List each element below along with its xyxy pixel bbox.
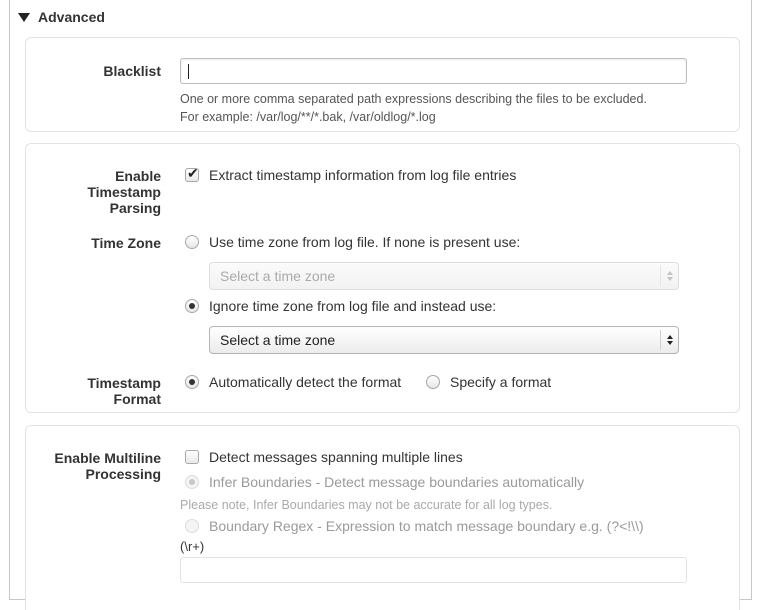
multiline-label-line1: Enable Multiline [54, 450, 161, 466]
blacklist-example-text: For example: /var/log/**/*.bak, /var/old… [180, 110, 436, 124]
format-specify-option[interactable]: Specify a format [426, 374, 551, 390]
timestamp-parsing-label-line1: Enable [115, 168, 161, 184]
timezone-log-file-select[interactable]: Select a time zone [209, 262, 679, 290]
infer-boundaries-option[interactable]: Infer Boundaries - Detect message bounda… [185, 474, 584, 490]
timezone-ignore-radio[interactable] [185, 299, 199, 313]
timestamp-parsing-label-line3: Parsing [109, 200, 161, 216]
section-title: Advanced [38, 9, 105, 25]
select-arrows-icon [660, 330, 678, 350]
checkmark-icon: ✔ [187, 165, 199, 181]
timestamp-parsing-label: Enable Timestamp Parsing [26, 168, 161, 216]
format-specify-label: Specify a format [450, 374, 552, 390]
timezone-ignore-select-value: Select a time zone [220, 332, 336, 348]
timestamp-parsing-checkbox[interactable]: ✔ [185, 165, 199, 182]
text-cursor [188, 64, 189, 79]
infer-boundaries-radio[interactable] [185, 475, 199, 489]
blacklist-label: Blacklist [103, 63, 161, 79]
multiline-label-line2: Processing [85, 466, 161, 482]
timestamp-parsing-label-line2: Timestamp [87, 184, 161, 200]
infer-boundaries-note: Please note, Infer Boundaries may not be… [180, 498, 553, 512]
boundary-regex-option[interactable]: Boundary Regex - Expression to match mes… [185, 518, 644, 534]
timestamp-parsing-option[interactable]: ✔ Extract timestamp information from log… [185, 165, 517, 183]
timezone-log-file-radio[interactable] [185, 235, 199, 249]
blacklist-help-text: One or more comma separated path express… [180, 92, 647, 106]
timezone-ignore-label: Ignore time zone from log file and inste… [209, 298, 497, 314]
infer-boundaries-label: Infer Boundaries - Detect message bounda… [209, 474, 585, 490]
time-zone-label: Time Zone [91, 235, 161, 251]
multiline-label: Enable Multiline Processing [26, 450, 161, 482]
multiline-checkbox[interactable] [185, 450, 199, 464]
timestamp-format-label-line1: Timestamp [87, 375, 161, 391]
advanced-section-toggle[interactable]: Advanced [18, 9, 105, 25]
timezone-log-file-select-value: Select a time zone [220, 268, 336, 284]
boundary-regex-label: Boundary Regex - Expression to match mes… [209, 518, 644, 534]
format-auto-radio[interactable] [185, 375, 199, 389]
timestamp-format-label: Timestamp Format [26, 375, 161, 407]
boundary-regex-input[interactable] [180, 557, 687, 583]
select-arrows-icon [660, 266, 678, 286]
boundary-regex-radio[interactable] [185, 519, 199, 533]
multiline-checkbox-label: Detect messages spanning multiple lines [209, 449, 463, 465]
collapse-triangle-icon [18, 12, 30, 22]
timezone-log-file-option[interactable]: Use time zone from log file. If none is … [185, 234, 520, 250]
timezone-ignore-option[interactable]: Ignore time zone from log file and inste… [185, 298, 496, 314]
format-auto-option[interactable]: Automatically detect the format [185, 374, 401, 390]
blacklist-input[interactable] [180, 58, 687, 84]
timestamp-format-label-line2: Format [113, 391, 161, 407]
timezone-log-file-label: Use time zone from log file. If none is … [209, 234, 521, 250]
timezone-ignore-select[interactable]: Select a time zone [209, 326, 679, 354]
format-auto-label: Automatically detect the format [209, 374, 402, 390]
boundary-regex-label-continued: (\r+) [180, 539, 205, 554]
timestamp-parsing-checkbox-label: Extract timestamp information from log f… [209, 167, 517, 183]
multiline-option[interactable]: Detect messages spanning multiple lines [185, 449, 463, 465]
format-specify-radio[interactable] [426, 375, 440, 389]
